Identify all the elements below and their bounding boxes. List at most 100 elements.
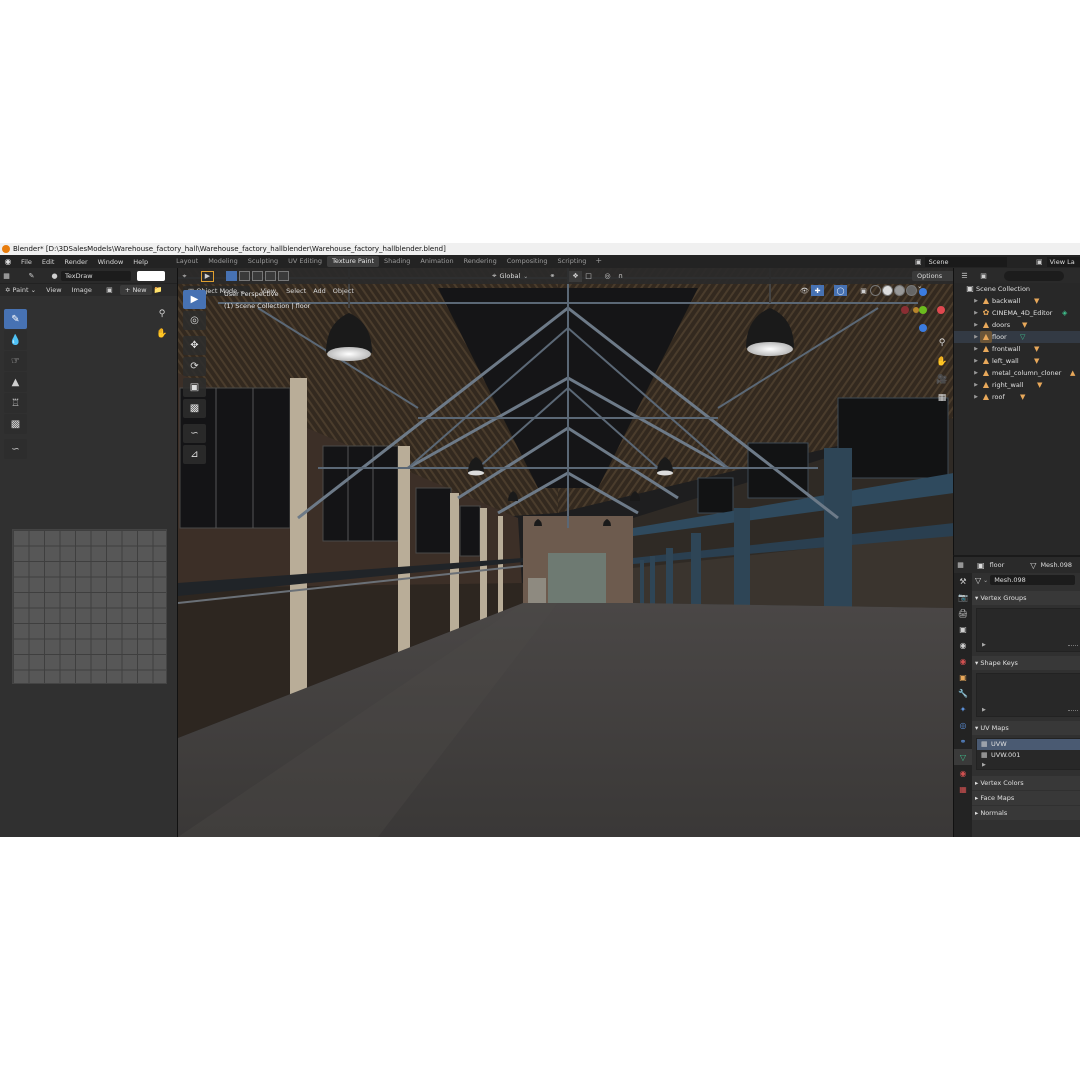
tab-sculpting[interactable]: Sculpting	[243, 256, 283, 267]
constraints-tab-icon[interactable]: ⚭	[954, 733, 972, 749]
scale-tool-icon[interactable]: ▣	[183, 378, 206, 397]
viewport-menu-add[interactable]: Add	[311, 287, 328, 295]
neg-z-axis-gizmo-icon[interactable]	[919, 324, 927, 332]
extend-selection-icon[interactable]	[239, 271, 250, 281]
camera-view-icon[interactable]: 🎥	[935, 375, 949, 385]
blender-menu-icon[interactable]: ◉	[0, 257, 16, 266]
render-tab-icon[interactable]: 📷	[954, 589, 972, 605]
modifier-tab-icon[interactable]: 🔧	[954, 685, 972, 701]
brush-icon[interactable]: ✎	[25, 270, 38, 281]
annotate-tool-icon[interactable]: ∽	[4, 439, 27, 459]
expand-icon[interactable]: ▶	[982, 762, 986, 768]
tab-uv-editing[interactable]: UV Editing	[283, 256, 327, 267]
solid-shading-icon[interactable]	[882, 285, 893, 296]
draw-tool-icon[interactable]: ✎	[4, 309, 27, 329]
xray-icon[interactable]: ▣	[857, 285, 870, 296]
expand-icon[interactable]: ▶	[972, 319, 980, 331]
zoom-icon[interactable]: ⚲	[935, 338, 949, 348]
menu-edit[interactable]: Edit	[37, 258, 60, 266]
image-browse-icon[interactable]: ▣	[103, 285, 116, 296]
expand-icon[interactable]: ▶	[982, 642, 986, 648]
menu-view[interactable]: View	[41, 286, 66, 294]
soften-tool-icon[interactable]: 💧	[4, 330, 27, 350]
view-layer-field[interactable]: View La	[1046, 256, 1080, 267]
gizmo-toggle-icon[interactable]: ✚	[811, 285, 824, 296]
editor-type-icon[interactable]: ▦	[0, 270, 13, 281]
particles-tab-icon[interactable]: ✦	[954, 701, 972, 717]
cursor-tool-icon[interactable]: ◎	[183, 311, 206, 330]
x-axis-gizmo-icon[interactable]	[937, 306, 945, 314]
tab-rendering[interactable]: Rendering	[459, 256, 502, 267]
resize-grip-icon[interactable]	[1068, 710, 1078, 712]
tab-modeling[interactable]: Modeling	[203, 256, 243, 267]
annotate-tool-icon[interactable]: ∽	[183, 424, 206, 443]
expand-icon[interactable]: ▶	[972, 295, 980, 307]
uv-map-item[interactable]: ▦ UVW	[977, 739, 1080, 750]
scene-tab-icon[interactable]: ◉	[954, 637, 972, 653]
paint-mode-dropdown[interactable]: ✡ Paint ⌄	[0, 286, 41, 294]
outliner-item[interactable]: ▶ ▲ doors ▼	[954, 319, 1080, 331]
face-maps-panel-header[interactable]: ▸ Face Maps	[972, 791, 1080, 805]
pan-hand-icon[interactable]: ✋	[935, 357, 949, 367]
menu-image[interactable]: Image	[67, 286, 97, 294]
tab-scripting[interactable]: Scripting	[553, 256, 592, 267]
expand-icon[interactable]: ▶	[972, 379, 980, 391]
proportional-edit-icon[interactable]: ◎	[601, 271, 614, 282]
viewport-editor-type-icon[interactable]: ⌖	[178, 271, 191, 282]
output-tab-icon[interactable]: 🖨	[954, 605, 972, 621]
expand-icon[interactable]: ▶	[972, 355, 980, 367]
z-axis-gizmo-icon[interactable]	[919, 288, 927, 296]
clone-tool-icon[interactable]: ▲	[4, 372, 27, 392]
uv-grid-canvas[interactable]	[12, 529, 167, 684]
3d-viewport[interactable]: ⌖ ▶ ⌖ Global ⌄ ⚭ ❖ □ ◎ ∩ Options ⌄ Objec…	[177, 268, 953, 837]
visibility-icon[interactable]: 👁	[798, 285, 811, 296]
properties-editor-type-icon[interactable]: ▦	[954, 560, 967, 571]
normals-panel-header[interactable]: ▸ Normals	[972, 806, 1080, 820]
expand-icon[interactable]: ▶	[972, 307, 980, 319]
outliner-item[interactable]: ▶ ▲ frontwall ▼	[954, 343, 1080, 355]
uv-map-item[interactable]: ▦ UVW.001	[977, 750, 1080, 761]
expand-icon[interactable]: ▶	[972, 331, 980, 343]
intersect-selection-icon[interactable]	[278, 271, 289, 281]
outliner-item[interactable]: ▶ ▲ right_wall ▼	[954, 379, 1080, 391]
transform-orientation-dropdown[interactable]: ⌖ Global ⌄	[492, 271, 528, 281]
neg-y-axis-gizmo-icon[interactable]	[913, 307, 919, 313]
scene-selector[interactable]: ▣ Scene	[915, 256, 1015, 267]
menu-render[interactable]: Render	[59, 258, 92, 266]
falloff-icon[interactable]: ∩	[614, 271, 627, 282]
grid-view-icon[interactable]: ▦	[935, 393, 949, 403]
select-box-icon[interactable]: ▶	[201, 270, 214, 282]
wireframe-shading-icon[interactable]	[870, 285, 881, 296]
viewport-menu-object[interactable]: Object	[328, 287, 359, 295]
display-mode-icon[interactable]: ▣	[977, 270, 990, 281]
zoom-icon[interactable]: ⚲	[155, 309, 169, 323]
snap-target-icon[interactable]: □	[582, 271, 595, 282]
menu-window[interactable]: Window	[93, 258, 129, 266]
move-tool-icon[interactable]: ✥	[183, 336, 206, 355]
outliner-item[interactable]: ▶ ▲ left_wall ▼	[954, 355, 1080, 367]
pivot-point-icon[interactable]: ⚭	[546, 271, 559, 282]
transform-tool-icon[interactable]: ▩	[183, 399, 206, 418]
expand-icon[interactable]: ▶	[972, 343, 980, 355]
scene-field[interactable]: Scene	[924, 256, 1007, 267]
outliner-editor-type-icon[interactable]: ☰	[958, 270, 971, 281]
smear-tool-icon[interactable]: ☞	[4, 351, 27, 371]
physics-tab-icon[interactable]: ◎	[954, 717, 972, 733]
invert-selection-icon[interactable]	[265, 271, 276, 281]
options-dropdown[interactable]: Options ⌄	[912, 271, 953, 290]
vertex-groups-panel-header[interactable]: ▾ Vertex Groups	[972, 591, 1080, 605]
brush-name-field[interactable]: TexDraw	[61, 270, 131, 281]
mesh-data-selector[interactable]: ▽ ⌄ Mesh.098	[972, 573, 1080, 587]
pan-hand-icon[interactable]: ✋	[155, 329, 169, 343]
mesh-name-field[interactable]: Mesh.098	[990, 575, 1076, 585]
scene-collection-row[interactable]: ▣ Scene Collection	[954, 283, 1080, 295]
subtract-selection-icon[interactable]	[252, 271, 263, 281]
tab-animation[interactable]: Animation	[415, 256, 458, 267]
outliner-item[interactable]: ▶ ▲ floor ▽	[954, 331, 1080, 343]
outliner-item[interactable]: ▶ ▲ metal_column_cloner ▲	[954, 367, 1080, 379]
shape-keys-panel-header[interactable]: ▾ Shape Keys	[972, 656, 1080, 670]
menu-help[interactable]: Help	[128, 258, 153, 266]
add-workspace-icon[interactable]: +	[591, 256, 606, 267]
rotate-tool-icon[interactable]: ⟳	[183, 357, 206, 376]
open-image-icon[interactable]: 📁	[152, 285, 165, 296]
